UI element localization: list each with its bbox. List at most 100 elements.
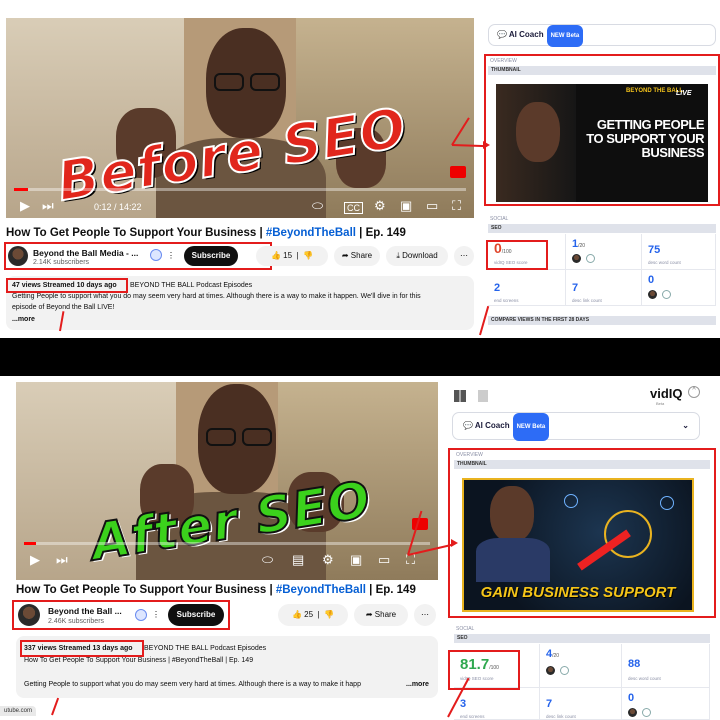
autoplay-toggle[interactable]: ⬭ bbox=[312, 198, 323, 214]
avatar-icon bbox=[572, 254, 581, 263]
end-screens-caption: end screens bbox=[460, 714, 485, 719]
end-screens-cell: 3 end screens bbox=[454, 688, 540, 720]
like-button[interactable]: 👍 15 | 👎 bbox=[256, 246, 328, 266]
download-button[interactable]: ⤓ Download bbox=[386, 246, 448, 266]
desc-link-count: 7 bbox=[546, 698, 553, 710]
progress-bar[interactable] bbox=[24, 542, 430, 545]
show-more-link[interactable]: ...more bbox=[12, 316, 35, 323]
desc-words-cell: 88 desc word count bbox=[622, 644, 710, 688]
seo-score-highlight bbox=[486, 240, 548, 270]
settings-icon[interactable]: ⚙ bbox=[374, 198, 386, 214]
thumbnail-highlight bbox=[448, 448, 716, 618]
miniplayer-icon[interactable]: ▣ bbox=[400, 198, 412, 214]
dislike-icon: 👎 bbox=[303, 251, 314, 260]
desc-word-caption: desc word count bbox=[648, 260, 681, 265]
more-actions-button[interactable]: ⋯ bbox=[454, 246, 474, 266]
download-icon: ⤓ bbox=[396, 251, 400, 260]
video-player[interactable]: Before SEO ▶ ⏭ 0:12 / 14:22 ⬭ CC ⚙ ▣ ▭ ⛶ bbox=[6, 18, 474, 218]
after-panel: After SEO ▶ ⏭ ⬭ ▤ ⚙ ▣ ▭ ⛶ How To Get Peo… bbox=[0, 376, 720, 720]
refresh-icon[interactable] bbox=[586, 254, 595, 263]
panel-icon[interactable] bbox=[478, 390, 488, 402]
playlist-link[interactable]: BEYOND THE BALL Podcast Episodes bbox=[144, 645, 266, 652]
dislike-icon: 👎 bbox=[324, 610, 335, 619]
video-title: How To Get People To Support Your Busine… bbox=[6, 227, 406, 239]
glasses bbox=[214, 73, 244, 91]
like-icon: 👍 bbox=[270, 251, 281, 260]
desc-word-count: 88 bbox=[628, 658, 641, 670]
add-icon[interactable] bbox=[642, 708, 651, 717]
vidiq-sidebar: 💬 AI Coach NEW Beta OVERVIEW THUMBNAIL BE… bbox=[480, 18, 720, 338]
vidiq-logo: vidIQ bbox=[650, 386, 683, 401]
play-icon[interactable]: ▶ bbox=[20, 198, 30, 214]
cards-count: 0 bbox=[628, 692, 635, 704]
views-highlight bbox=[6, 278, 128, 293]
divider-band bbox=[0, 338, 720, 376]
chevron-down-icon[interactable]: ⌄ bbox=[682, 413, 689, 439]
share-button[interactable]: ➦ Share bbox=[334, 246, 380, 266]
end-screens-count: 3 bbox=[460, 698, 467, 710]
seo-section-bar[interactable]: SEO bbox=[454, 634, 710, 643]
glasses bbox=[242, 428, 272, 446]
show-more-link[interactable]: ...more bbox=[406, 681, 429, 688]
add-icon[interactable] bbox=[662, 290, 671, 299]
vidiq-beta-label: Beta bbox=[656, 401, 665, 406]
video-player[interactable]: After SEO ▶ ⏭ ⬭ ▤ ⚙ ▣ ▭ ⛶ bbox=[16, 382, 438, 580]
captions-icon[interactable]: CC bbox=[344, 202, 363, 214]
video-title: How To Get People To Support Your Busine… bbox=[16, 584, 416, 596]
coach-icon: 💬 bbox=[497, 30, 507, 39]
compare-views-bar[interactable]: COMPARE VIEWS IN THE FIRST 28 DAYS bbox=[488, 316, 716, 325]
playlist-link[interactable]: BEYOND THE BALL Podcast Episodes bbox=[130, 282, 252, 289]
desc-link-count: 7 bbox=[572, 282, 579, 294]
coach-icon: 💬 bbox=[463, 421, 473, 430]
channel-highlight bbox=[12, 600, 230, 630]
desc-link-caption: desc link count bbox=[546, 714, 576, 719]
desc-words-cell: 75 desc word count bbox=[642, 234, 716, 270]
seo-score-highlight bbox=[448, 650, 520, 690]
share-button[interactable]: ➦ Share bbox=[354, 604, 408, 626]
tags-rank-cell: 1/20 bbox=[566, 234, 642, 270]
end-screens-caption: end screens bbox=[494, 298, 519, 303]
end-screens-cell: 2 end screens bbox=[488, 270, 566, 306]
desc-word-caption: desc word count bbox=[628, 676, 661, 681]
avatar-icon bbox=[648, 290, 657, 299]
description-text: Getting People to support what you do ma… bbox=[12, 293, 421, 300]
desc-link-caption: desc link count bbox=[572, 298, 602, 303]
like-icon: 👍 bbox=[291, 610, 302, 619]
next-icon[interactable]: ⏭ bbox=[56, 552, 68, 568]
share-icon: ➦ bbox=[341, 251, 349, 260]
theater-icon[interactable]: ▭ bbox=[426, 198, 438, 214]
glasses bbox=[250, 73, 280, 91]
fullscreen-icon[interactable]: ⛶ bbox=[452, 198, 461, 214]
cards-count: 0 bbox=[648, 274, 655, 286]
like-button[interactable]: 👍 25 | 👎 bbox=[278, 604, 348, 626]
refresh-icon[interactable] bbox=[560, 666, 569, 675]
progress-bar[interactable] bbox=[14, 188, 466, 191]
social-label: SOCIAL bbox=[456, 626, 475, 632]
captions-icon[interactable]: ▤ bbox=[292, 552, 304, 568]
channel-highlight bbox=[4, 242, 272, 270]
collapse-icon[interactable]: ^ bbox=[688, 386, 700, 398]
play-icon[interactable]: ▶ bbox=[30, 552, 40, 568]
new-beta-badge: NEW Beta bbox=[546, 25, 584, 47]
avatar-icon bbox=[546, 666, 555, 675]
tags-rank: 4/20 bbox=[546, 648, 560, 660]
miniplayer-icon[interactable]: ▣ bbox=[350, 552, 362, 568]
subscribe-watermark bbox=[450, 166, 466, 178]
end-screens-count: 2 bbox=[494, 282, 501, 294]
settings-icon[interactable]: ⚙ bbox=[322, 552, 334, 568]
ai-coach-button[interactable]: 💬 AI Coach NEW Beta ⌄ bbox=[452, 412, 700, 441]
seo-section-bar[interactable]: SEO bbox=[488, 224, 716, 233]
autoplay-toggle[interactable]: ⬭ bbox=[262, 552, 273, 568]
desc-links-cell: 7 desc link count bbox=[540, 688, 622, 720]
description-text: Getting People to support what you do ma… bbox=[24, 681, 361, 688]
arrow-head bbox=[483, 141, 490, 149]
next-icon[interactable]: ⏭ bbox=[42, 198, 54, 214]
grid-icon[interactable] bbox=[454, 390, 466, 402]
comparison-page: Before SEO ▶ ⏭ 0:12 / 14:22 ⬭ CC ⚙ ▣ ▭ ⛶… bbox=[0, 0, 720, 720]
more-actions-button[interactable]: ⋯ bbox=[414, 604, 436, 626]
ai-coach-button[interactable]: 💬 AI Coach NEW Beta bbox=[488, 24, 716, 47]
desc-links-cell: 7 desc link count bbox=[566, 270, 642, 306]
arrow-head bbox=[451, 539, 458, 547]
avatar-icon bbox=[628, 708, 637, 717]
theater-icon[interactable]: ▭ bbox=[378, 552, 390, 568]
